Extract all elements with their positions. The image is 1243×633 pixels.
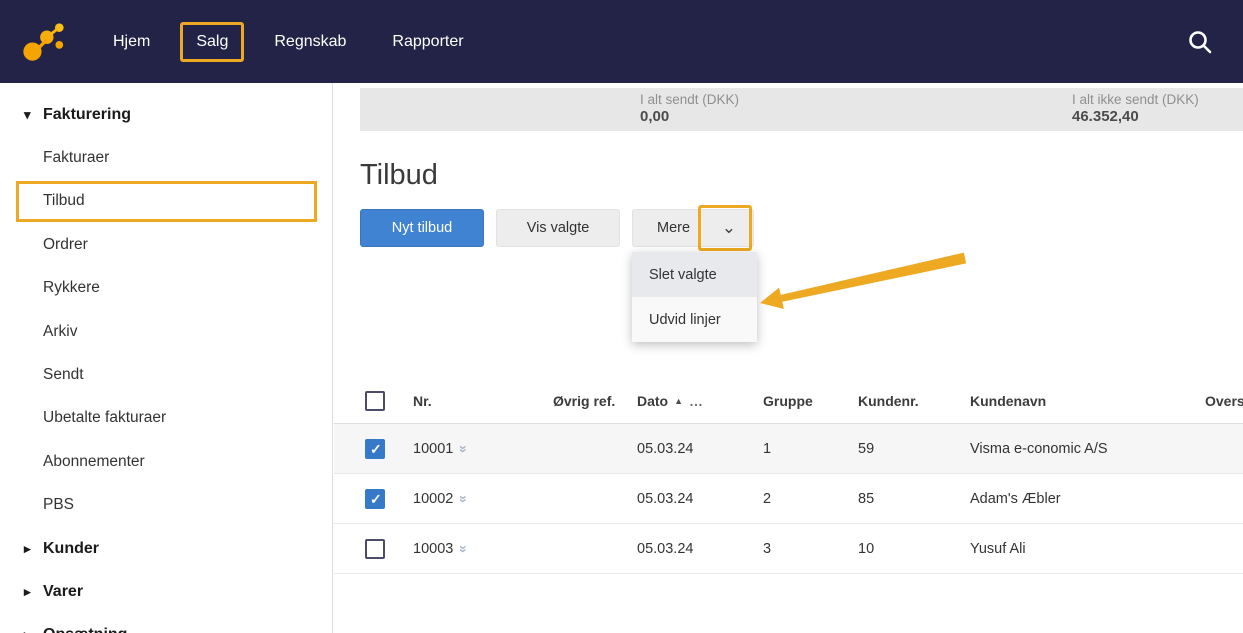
- table-row[interactable]: 10001 » 05.03.24 1 59 Visma e-conomic A/…: [334, 424, 1243, 474]
- sidebar-item-label: Varer: [43, 583, 83, 601]
- caret-right-icon: ▸: [24, 541, 31, 557]
- cell-nr: 10001: [413, 441, 453, 457]
- cell-nr: 10002: [413, 491, 453, 507]
- sidebar-item-label: Abonnementer: [43, 453, 145, 471]
- sidebar-item-label: Kunder: [43, 540, 99, 558]
- sidebar-item-pbs[interactable]: PBS: [0, 484, 332, 527]
- cell-kundenr: 59: [858, 441, 970, 457]
- show-selected-button[interactable]: Vis valgte: [496, 209, 620, 247]
- toolbar: Nyt tilbud Vis valgte Mere ⌄ Slet valgte…: [360, 209, 1243, 247]
- column-header-oversigt[interactable]: Overs: [1205, 393, 1243, 409]
- table-row[interactable]: 10003 » 05.03.24 3 10 Yusuf Ali: [334, 524, 1243, 574]
- page-title: Tilbud: [360, 159, 1243, 192]
- sidebar-item-abonnementer[interactable]: Abonnementer: [0, 440, 332, 483]
- expand-lines-icon[interactable]: »: [456, 495, 472, 503]
- offers-table: Nr. Øvrig ref. Dato ▲ … Gruppe Kundenr. …: [334, 379, 1243, 574]
- row-checkbox[interactable]: [365, 539, 385, 559]
- cell-dato: 05.03.24: [637, 541, 763, 557]
- expand-lines-icon[interactable]: »: [456, 445, 472, 453]
- sidebar-item-fakturaer[interactable]: Fakturaer: [0, 136, 332, 179]
- sidebar-item-label: Ordrer: [43, 236, 88, 254]
- total-sent-value: 0,00: [640, 108, 739, 125]
- cell-gruppe: 3: [763, 541, 858, 557]
- cell-dato: 05.03.24: [637, 491, 763, 507]
- total-sent-label: I alt sendt (DKK): [640, 92, 739, 107]
- cell-nr: 10003: [413, 541, 453, 557]
- sidebar-item-ordrer[interactable]: Ordrer: [0, 223, 332, 266]
- sidebar-item-label: Fakturering: [43, 106, 131, 124]
- cell-kundenavn: Yusuf Ali: [970, 541, 1205, 557]
- totals-summary-bar: I alt sendt (DKK) 0,00 I alt ikke sendt …: [360, 88, 1243, 131]
- sidebar-item-label: Sendt: [43, 366, 84, 384]
- column-header-label: Dato: [637, 393, 668, 409]
- sidebar-item-arkiv[interactable]: Arkiv: [0, 310, 332, 353]
- cell-kundenr: 10: [858, 541, 970, 557]
- cell-kundenavn: Adam's Æbler: [970, 491, 1205, 507]
- menu-item-udvid-linjer[interactable]: Udvid linjer: [632, 297, 757, 342]
- more-button[interactable]: Mere ⌄: [632, 209, 754, 247]
- total-not-sent-value: 46.352,40: [1072, 108, 1199, 125]
- total-not-sent-label: I alt ikke sendt (DKK): [1072, 92, 1199, 107]
- sidebar-item-label: Opsætning: [43, 626, 127, 633]
- column-header-ref[interactable]: Øvrig ref.: [553, 393, 637, 409]
- sidebar-item-label: Tilbud: [43, 192, 85, 210]
- sidebar-item-opsaetning[interactable]: ▸ Opsætning: [0, 614, 332, 633]
- nav-item-salg[interactable]: Salg: [180, 22, 244, 62]
- cell-dato: 05.03.24: [637, 441, 763, 457]
- search-icon[interactable]: [1187, 29, 1213, 55]
- top-navigation: Hjem Salg Regnskab Rapporter: [0, 0, 1243, 83]
- sidebar-item-tilbud[interactable]: Tilbud: [0, 180, 332, 223]
- main-content: I alt sendt (DKK) 0,00 I alt ikke sendt …: [334, 83, 1243, 633]
- column-header-kundenavn[interactable]: Kundenavn: [970, 393, 1205, 409]
- caret-right-icon: ▸: [24, 584, 31, 600]
- sidebar-item-varer[interactable]: ▸ Varer: [0, 570, 332, 613]
- cell-kundenavn: Visma e-conomic A/S: [970, 441, 1205, 457]
- nav-item-hjem[interactable]: Hjem: [97, 22, 166, 62]
- nav-item-rapporter[interactable]: Rapporter: [376, 22, 479, 62]
- sidebar-item-label: Rykkere: [43, 279, 100, 297]
- total-not-sent-group: I alt ikke sendt (DKK) 46.352,40: [1072, 92, 1199, 125]
- sidebar-item-label: PBS: [43, 496, 74, 514]
- cell-gruppe: 2: [763, 491, 858, 507]
- e-conomic-logo-icon[interactable]: [20, 19, 66, 65]
- total-sent-group: I alt sendt (DKK) 0,00: [640, 92, 739, 125]
- sidebar-item-rykkere[interactable]: Rykkere: [0, 267, 332, 310]
- sidebar-item-sendt[interactable]: Sendt: [0, 353, 332, 396]
- cell-gruppe: 1: [763, 441, 858, 457]
- caret-down-icon: ▾: [24, 107, 31, 123]
- caret-right-icon: ▸: [24, 627, 31, 633]
- cell-kundenr: 85: [858, 491, 970, 507]
- column-options-icon[interactable]: …: [689, 393, 703, 409]
- row-checkbox[interactable]: [365, 439, 385, 459]
- column-header-kundenr[interactable]: Kundenr.: [858, 393, 970, 409]
- nav-item-regnskab[interactable]: Regnskab: [258, 22, 362, 62]
- sidebar-item-label: Fakturaer: [43, 149, 109, 167]
- sidebar: ▾ Fakturering Fakturaer Tilbud Ordrer Ry…: [0, 83, 333, 633]
- sidebar-item-label: Ubetalte fakturaer: [43, 409, 166, 427]
- more-dropdown-menu: Slet valgte Udvid linjer: [632, 252, 757, 342]
- column-header-nr[interactable]: Nr.: [413, 393, 553, 409]
- table-header-row: Nr. Øvrig ref. Dato ▲ … Gruppe Kundenr. …: [334, 379, 1243, 424]
- more-button-label: Mere: [657, 220, 690, 236]
- new-offer-button[interactable]: Nyt tilbud: [360, 209, 484, 247]
- chevron-down-icon[interactable]: ⌄: [722, 223, 736, 233]
- select-all-checkbox[interactable]: [365, 391, 385, 411]
- expand-lines-icon[interactable]: »: [456, 545, 472, 553]
- sidebar-item-fakturering[interactable]: ▾ Fakturering: [0, 93, 332, 136]
- sidebar-item-kunder[interactable]: ▸ Kunder: [0, 527, 332, 570]
- column-header-dato[interactable]: Dato ▲ …: [637, 393, 763, 409]
- row-checkbox[interactable]: [365, 489, 385, 509]
- sort-ascending-icon: ▲: [674, 396, 683, 406]
- sidebar-item-ubetalte-fakturaer[interactable]: Ubetalte fakturaer: [0, 397, 332, 440]
- table-row[interactable]: 10002 » 05.03.24 2 85 Adam's Æbler: [334, 474, 1243, 524]
- column-header-gruppe[interactable]: Gruppe: [763, 393, 858, 409]
- sidebar-item-label: Arkiv: [43, 323, 77, 341]
- menu-item-slet-valgte[interactable]: Slet valgte: [632, 252, 757, 297]
